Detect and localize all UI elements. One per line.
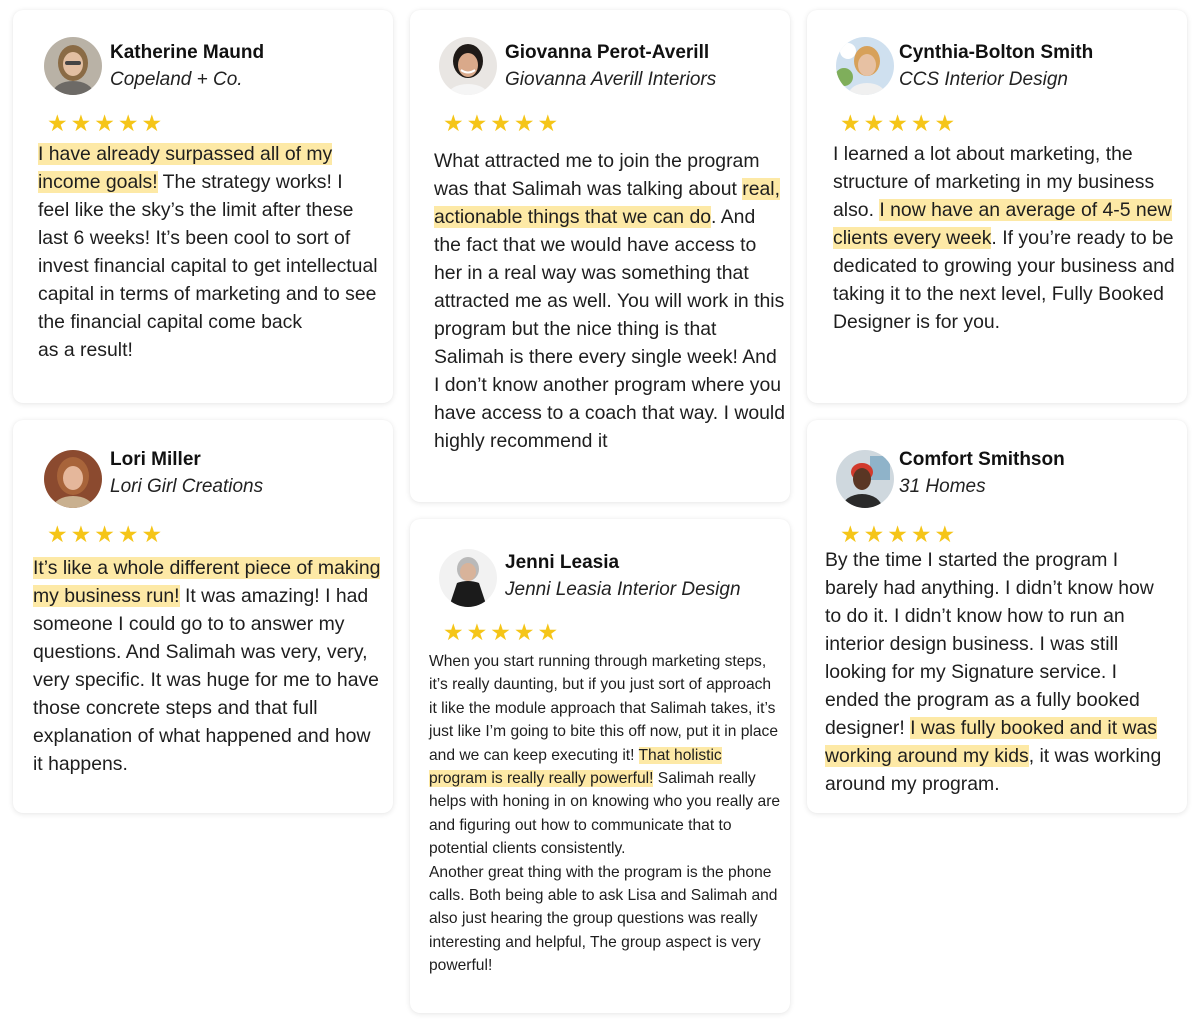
avatar-lori [44, 450, 102, 508]
avatar-cynthia [836, 37, 894, 95]
testimonial-card-katherine: Katherine Maund Copeland + Co. ★★★★★ I h… [13, 10, 393, 403]
reviewer-company: Giovanna Averill Interiors [505, 69, 717, 90]
rating-stars: ★★★★★ [47, 521, 166, 547]
reviewer-company: Copeland + Co. [110, 69, 243, 90]
testimonial-text: By the time I started the program I bare… [825, 546, 1173, 798]
rating-stars: ★★★★★ [443, 619, 562, 645]
testimonial-body: What attracted me to join the program wa… [434, 150, 760, 200]
testimonial-card-jenni: Jenni Leasia Jenni Leasia Interior Desig… [410, 519, 790, 1013]
rating-stars: ★★★★★ [47, 110, 166, 136]
avatar-jenni [439, 549, 497, 607]
testimonial-body-end: as a result! [38, 339, 133, 361]
rating-stars: ★★★★★ [840, 521, 959, 547]
reviewer-company: Jenni Leasia Interior Design [505, 579, 741, 600]
testimonial-text: What attracted me to join the program wa… [434, 147, 786, 455]
testimonial-card-lori: Lori Miller Lori Girl Creations ★★★★★ It… [13, 420, 393, 813]
testimonial-body-end: Another great thing with the program is … [429, 863, 778, 975]
reviewer-company: Lori Girl Creations [110, 476, 264, 497]
testimonial-card-giovanna: Giovanna Perot-Averill Giovanna Averill … [410, 10, 790, 502]
avatar-comfort [836, 450, 894, 508]
rating-stars: ★★★★★ [840, 110, 959, 136]
reviewer-name: Lori Miller [110, 449, 201, 470]
rating-stars: ★★★★★ [443, 110, 562, 136]
reviewer-name: Giovanna Perot-Averill [505, 42, 710, 63]
testimonial-body-after: It was amazing! I had someone I could go… [33, 585, 379, 775]
testimonial-text: I learned a lot about marketing, the str… [833, 140, 1178, 336]
reviewer-name: Katherine Maund [110, 42, 265, 63]
reviewer-name: Comfort Smithson [899, 449, 1065, 470]
testimonial-body: When you start running through marketing… [429, 653, 779, 764]
testimonial-body-after: . And the fact that we would have access… [434, 206, 786, 452]
avatar-katherine [44, 37, 102, 95]
testimonial-body: The strategy works! I feel like the sky’… [38, 171, 378, 333]
reviewer-company: CCS Interior Design [899, 69, 1068, 90]
testimonial-card-comfort: Comfort Smithson 31 Homes ★★★★★ By the t… [807, 420, 1187, 813]
testimonial-body: By the time I started the program I bare… [825, 549, 1154, 739]
testimonial-text: I have already surpassed all of my incom… [38, 140, 378, 364]
reviewer-name: Cynthia-Bolton Smith [899, 42, 1094, 63]
testimonial-text: When you start running through marketing… [429, 650, 781, 978]
testimonial-text: It’s like a whole different piece of mak… [33, 554, 383, 778]
testimonial-card-cynthia: Cynthia-Bolton Smith CCS Interior Design… [807, 10, 1187, 403]
avatar-giovanna [439, 37, 497, 95]
reviewer-company: 31 Homes [899, 476, 986, 497]
reviewer-name: Jenni Leasia [505, 552, 620, 573]
